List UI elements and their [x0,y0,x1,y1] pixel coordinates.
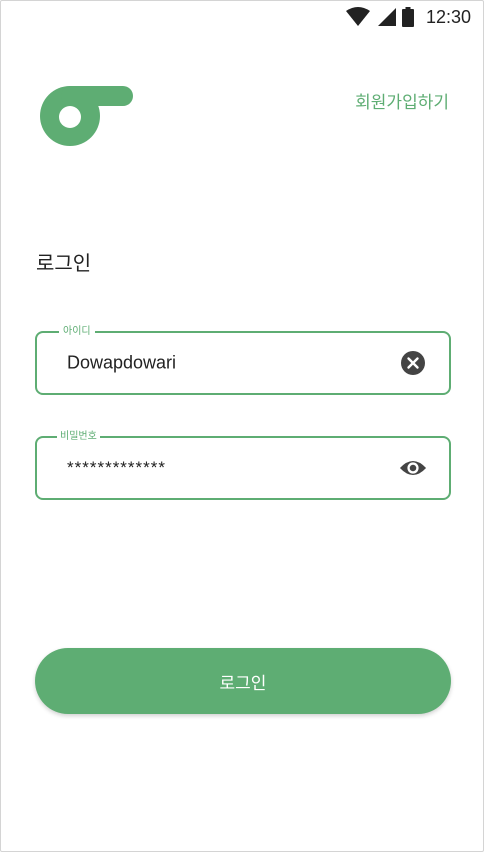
signup-link[interactable]: 회원가입하기 [355,88,449,113]
login-screen: 12:30 회원가입하기 로그인 아이디 비밀번호 [0,0,484,852]
clear-icon[interactable] [399,349,427,377]
password-field[interactable]: 비밀번호 [35,430,451,500]
wifi-icon [345,7,370,27]
id-field-label: 아이디 [59,325,95,339]
id-input[interactable] [67,352,387,374]
cell-signal-icon [376,7,396,27]
brand-logo-icon [39,84,135,148]
page-title: 로그인 [36,251,92,275]
login-button[interactable]: 로그인 [35,648,451,714]
password-input[interactable] [67,458,387,478]
id-field[interactable]: 아이디 [35,325,451,395]
eye-icon[interactable] [399,454,427,482]
status-bar: 12:30 [1,1,483,33]
status-time: 12:30 [425,6,471,27]
battery-icon [401,7,414,27]
password-field-label: 비밀번호 [57,430,100,444]
